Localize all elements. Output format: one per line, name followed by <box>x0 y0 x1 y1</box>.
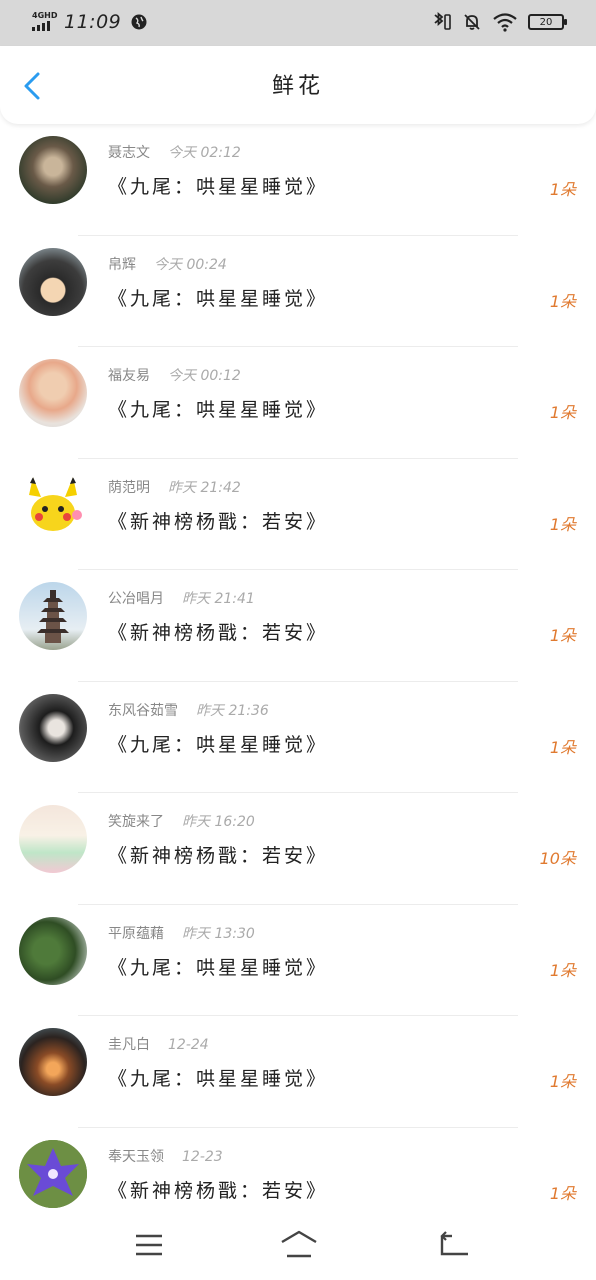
avatar[interactable] <box>19 1139 87 1208</box>
user-name: 笑旋来了 <box>108 814 164 830</box>
avatar[interactable] <box>19 470 87 539</box>
flower-count: 1朵 <box>549 403 576 422</box>
flower-count: 1朵 <box>549 291 576 311</box>
user-name: 奉天玉领 <box>108 1148 164 1165</box>
flower-avatar-image <box>19 1139 87 1208</box>
work-title: 《九尾：哄星星睡觉》 <box>108 956 329 979</box>
battery-level: 20 <box>539 16 553 28</box>
pikachu-avatar-image <box>29 476 82 531</box>
timestamp: 12-24 <box>168 1037 209 1053</box>
network-type: 4GHD <box>32 11 58 20</box>
flower-count: 10朵 <box>539 849 576 868</box>
user-name: 荫范明 <box>108 479 150 496</box>
avatar[interactable] <box>19 693 87 762</box>
list-item[interactable]: 福友易 今天 00:12 《九尾：哄星星睡觉》 1朵 <box>0 347 596 459</box>
home-icon[interactable] <box>279 1228 319 1262</box>
bluetooth-vibrate-icon <box>434 12 451 30</box>
timestamp: 今天 02:12 <box>168 145 241 161</box>
work-title: 《九尾：哄星星睡觉》 <box>108 176 329 198</box>
work-title: 《新神榜杨戬：若安》 <box>108 845 329 867</box>
flower-count: 1朵 <box>549 1072 576 1091</box>
gift-list: 聂志文 今天 02:12 《九尾：哄星星睡觉》 1朵 帛辉 今天 00:24 《九尾… <box>0 124 596 1239</box>
work-title: 《新神榜杨戬：若安》 <box>108 510 329 533</box>
nav-bar: 鲜花 <box>0 46 596 124</box>
status-bar: 4GHD 11:09 20 <box>0 0 596 46</box>
user-name: 东风谷茹雪 <box>108 702 178 719</box>
user-name: 平原蕴藉 <box>108 925 164 942</box>
timestamp: 昨天 21:36 <box>196 702 269 719</box>
pagoda-avatar-image <box>37 590 69 643</box>
battery-icon: 20 <box>528 14 567 30</box>
timestamp: 今天 00:24 <box>154 256 227 273</box>
wifi-icon <box>493 13 517 32</box>
timestamp: 昨天 13:30 <box>182 925 255 942</box>
list-item[interactable]: 荫范明 昨天 21:42 《新神榜杨戬：若安》 1朵 <box>0 459 596 570</box>
avatar[interactable] <box>19 916 87 985</box>
timestamp: 昨天 21:42 <box>168 479 241 496</box>
timestamp: 昨天 21:41 <box>182 591 255 607</box>
user-name: 聂志文 <box>108 145 150 161</box>
work-title: 《九尾：哄星星睡觉》 <box>108 287 329 310</box>
avatar[interactable] <box>19 805 87 873</box>
flower-count: 1朵 <box>549 626 576 645</box>
list-item[interactable]: 公冶唱月 昨天 21:41 《新神榜杨戬：若安》 1朵 <box>0 570 596 682</box>
status-time: 11:09 <box>64 11 122 33</box>
avatar[interactable] <box>19 1028 87 1096</box>
list-item[interactable]: 平原蕴藉 昨天 13:30 《九尾：哄星星睡觉》 1朵 <box>0 905 596 1016</box>
list-item[interactable]: 聂志文 今天 02:12 《九尾：哄星星睡觉》 1朵 <box>0 124 596 236</box>
list-item[interactable]: 圭凡白 12-24 《九尾：哄星星睡觉》 1朵 <box>0 1016 596 1128</box>
system-nav-bar <box>0 1214 596 1280</box>
flower-count: 1朵 <box>549 180 576 199</box>
work-title: 《新神榜杨戬：若安》 <box>108 622 329 644</box>
flower-count: 1朵 <box>549 960 576 980</box>
timestamp: 今天 00:12 <box>168 368 241 384</box>
list-item[interactable]: 帛辉 今天 00:24 《九尾：哄星星睡觉》 1朵 <box>0 236 596 347</box>
timestamp: 昨天 16:20 <box>182 814 255 830</box>
list-item[interactable]: 东风谷茹雪 昨天 21:36 《九尾：哄星星睡觉》 1朵 <box>0 682 596 793</box>
user-name: 帛辉 <box>108 256 136 273</box>
avatar[interactable] <box>19 582 87 650</box>
work-title: 《九尾：哄星星睡觉》 <box>108 733 329 756</box>
flower-count: 1朵 <box>549 737 576 757</box>
avatar[interactable] <box>19 359 87 427</box>
timestamp: 12-23 <box>182 1148 223 1165</box>
work-title: 《新神榜杨戬：若安》 <box>108 1179 329 1202</box>
avatar[interactable] <box>19 247 87 316</box>
user-name: 圭凡白 <box>108 1037 150 1053</box>
avatar[interactable] <box>19 136 87 204</box>
flower-count: 1朵 <box>549 514 576 534</box>
user-name: 公冶唱月 <box>108 591 164 607</box>
mute-bell-icon <box>464 14 480 30</box>
page-title: 鲜花 <box>271 74 324 99</box>
list-item[interactable]: 笑旋来了 昨天 16:20 《新神榜杨戬：若安》 10朵 <box>0 793 596 905</box>
vpn-globe-icon <box>131 14 147 30</box>
menu-icon[interactable] <box>132 1228 166 1262</box>
work-title: 《九尾：哄星星睡觉》 <box>108 399 329 421</box>
work-title: 《九尾：哄星星睡觉》 <box>108 1068 329 1090</box>
back-icon[interactable] <box>438 1228 472 1262</box>
flower-count: 1朵 <box>549 1183 576 1203</box>
user-name: 福友易 <box>108 368 150 384</box>
cellular-signal-icon: 4GHD <box>32 11 58 33</box>
